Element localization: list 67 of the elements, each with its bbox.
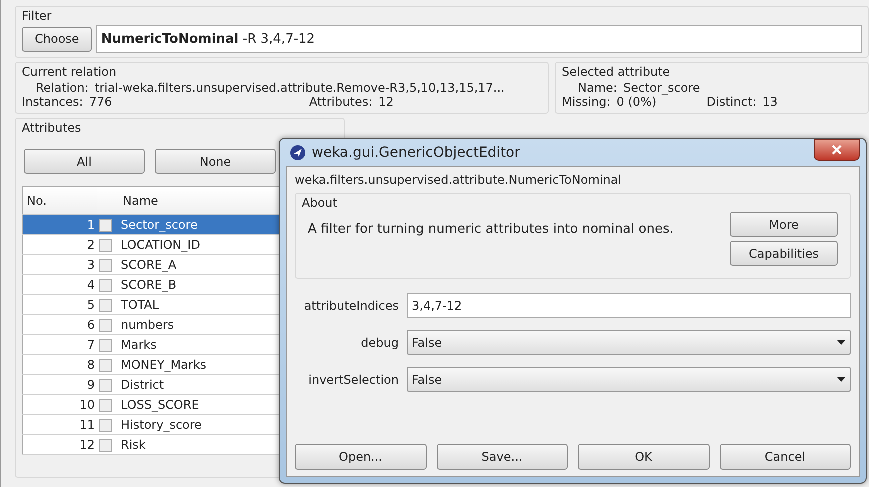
field-label: Missing: (562, 95, 611, 109)
checkbox[interactable] (99, 258, 112, 272)
caret-icon (837, 340, 846, 345)
window-title: weka.gui.GenericObjectEditor (312, 144, 520, 160)
description-text: A filter for turning numeric attributes into nominal ones. (308, 221, 675, 239)
dialog-button[interactable]: OK (578, 444, 710, 470)
checkbox[interactable] (99, 358, 112, 372)
checkbox[interactable] (99, 378, 112, 392)
checkbox[interactable] (99, 318, 112, 332)
checkbox[interactable] (99, 438, 112, 452)
table-cell: 1 (22, 214, 97, 234)
input-field[interactable]: 3,4,7-12 (407, 293, 851, 318)
panel-title: Selected attribute (562, 65, 670, 79)
class-name: weka.filters.unsupervised.attribute.NumericToNominal (295, 173, 623, 187)
field-label: Instances: (22, 95, 84, 109)
checkbox[interactable] (99, 238, 112, 252)
checkbox[interactable] (99, 278, 112, 292)
table-cell: 2 (22, 234, 97, 254)
select-button[interactable]: All (24, 149, 145, 174)
checkbox[interactable] (99, 398, 112, 412)
filter-field[interactable]: NumericToNominal -R 3,4,7-12 (96, 25, 862, 53)
table-cell: 7 (22, 334, 97, 354)
choose-button[interactable]: Choose (22, 26, 92, 52)
property-label: invertSelection (308, 372, 399, 386)
about-button[interactable]: More (730, 212, 838, 237)
table-cell: 3 (22, 254, 97, 274)
caret-icon (837, 377, 846, 382)
checkbox[interactable] (99, 418, 112, 432)
panel-title: About (302, 196, 338, 210)
table-cell: 10 (22, 394, 97, 414)
field-label: Distinct: (706, 95, 757, 109)
field-label: Relation: (36, 81, 89, 95)
table-cell: 11 (22, 414, 97, 434)
close-icon (832, 145, 842, 155)
relation-value: trial-weka.filters.unsupervised.attribute.Remove-R3,5,10,13,15,17... (94, 81, 505, 95)
panel-title: Attributes (22, 121, 82, 135)
property-label: attributeIndices (303, 298, 399, 312)
table-cell: 6 (22, 314, 97, 334)
table-cell: 8 (22, 354, 97, 374)
dialog-button[interactable]: Open... (295, 444, 426, 470)
panel-title: Current relation (22, 65, 117, 79)
attributes-value: 12 (378, 95, 394, 109)
instances-value: 776 (89, 95, 114, 109)
column-header[interactable]: No. (22, 186, 97, 214)
about-button[interactable]: Capabilities (730, 241, 838, 266)
table-cell: 4 (22, 274, 97, 294)
field-label: Name: (578, 81, 618, 95)
checkbox[interactable] (99, 218, 112, 232)
name-value: Sector_score (623, 81, 700, 95)
dropdown[interactable]: False (407, 367, 851, 392)
filter-title: Filter (22, 9, 52, 23)
field-label: Attributes: (309, 95, 373, 109)
attribute-row[interactable]: 1 Sector_score (22, 214, 284, 234)
missing-value: 0 (0%) (616, 95, 658, 109)
select-button[interactable]: None (155, 149, 276, 174)
app-icon (290, 144, 306, 160)
table-cell: 9 (22, 374, 97, 394)
dialog-button[interactable]: Cancel (720, 444, 851, 470)
table-cell: 12 (22, 434, 97, 454)
dropdown[interactable]: False (407, 330, 851, 355)
property-label: debug (360, 336, 399, 350)
dialog-button[interactable]: Save... (436, 444, 568, 470)
table-cell: 5 (22, 294, 97, 314)
checkbox[interactable] (99, 298, 112, 312)
distinct-value: 13 (762, 95, 778, 109)
close-button[interactable] (814, 139, 860, 161)
checkbox[interactable] (99, 338, 112, 352)
